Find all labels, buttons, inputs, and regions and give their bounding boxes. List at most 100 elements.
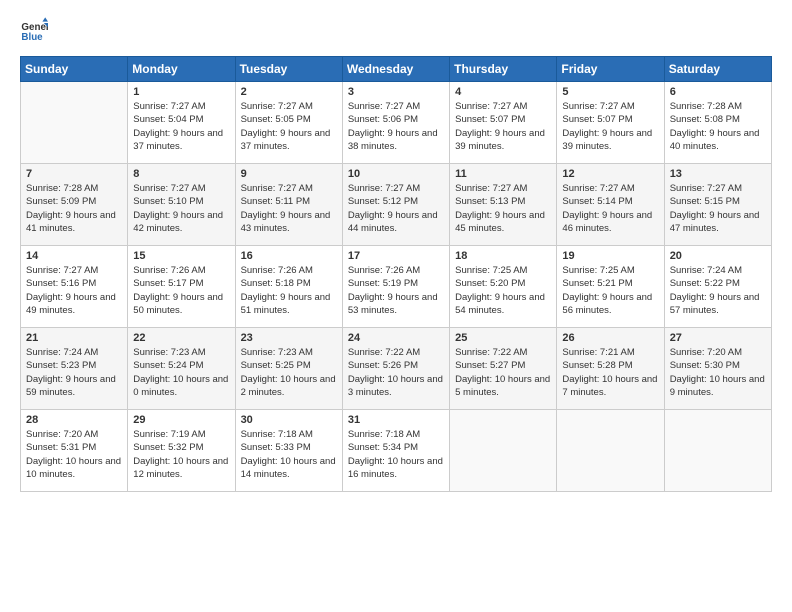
day-number: 24 xyxy=(348,332,444,344)
svg-text:Blue: Blue xyxy=(21,32,43,43)
calendar-cell: 5 Sunrise: 7:27 AM Sunset: 5:07 PM Daylig… xyxy=(557,82,664,164)
calendar-cell: 7 Sunrise: 7:28 AM Sunset: 5:09 PM Daylig… xyxy=(21,164,128,246)
day-number: 19 xyxy=(562,250,658,262)
day-number: 20 xyxy=(670,250,766,262)
day-detail: Sunrise: 7:21 AM Sunset: 5:28 PM Dayligh… xyxy=(562,346,658,399)
day-number: 26 xyxy=(562,332,658,344)
calendar-cell xyxy=(664,410,771,492)
day-number: 8 xyxy=(133,168,229,180)
logo: General Blue xyxy=(20,16,52,44)
col-header-monday: Monday xyxy=(128,57,235,82)
page-header: General Blue xyxy=(20,16,772,44)
day-detail: Sunrise: 7:27 AM Sunset: 5:05 PM Dayligh… xyxy=(241,100,337,153)
day-detail: Sunrise: 7:22 AM Sunset: 5:27 PM Dayligh… xyxy=(455,346,551,399)
calendar-cell: 2 Sunrise: 7:27 AM Sunset: 5:05 PM Daylig… xyxy=(235,82,342,164)
day-detail: Sunrise: 7:27 AM Sunset: 5:12 PM Dayligh… xyxy=(348,182,444,235)
calendar-cell: 10 Sunrise: 7:27 AM Sunset: 5:12 PM Dayli… xyxy=(342,164,449,246)
day-number: 6 xyxy=(670,86,766,98)
day-detail: Sunrise: 7:27 AM Sunset: 5:06 PM Dayligh… xyxy=(348,100,444,153)
day-detail: Sunrise: 7:25 AM Sunset: 5:21 PM Dayligh… xyxy=(562,264,658,317)
day-detail: Sunrise: 7:22 AM Sunset: 5:26 PM Dayligh… xyxy=(348,346,444,399)
day-detail: Sunrise: 7:28 AM Sunset: 5:09 PM Dayligh… xyxy=(26,182,122,235)
calendar-cell: 26 Sunrise: 7:21 AM Sunset: 5:28 PM Dayli… xyxy=(557,328,664,410)
day-number: 14 xyxy=(26,250,122,262)
calendar-cell: 12 Sunrise: 7:27 AM Sunset: 5:14 PM Dayli… xyxy=(557,164,664,246)
calendar-cell: 29Sunrise: 7:19 AM Sunset: 5:32 PM Dayli… xyxy=(128,410,235,492)
calendar-cell: 21Sunrise: 7:24 AM Sunset: 5:23 PM Dayli… xyxy=(21,328,128,410)
calendar-cell: 17 Sunrise: 7:26 AM Sunset: 5:19 PM Dayli… xyxy=(342,246,449,328)
calendar-cell xyxy=(21,82,128,164)
day-detail: Sunrise: 7:26 AM Sunset: 5:18 PM Dayligh… xyxy=(241,264,337,317)
day-detail: Sunrise: 7:26 AM Sunset: 5:19 PM Dayligh… xyxy=(348,264,444,317)
calendar-cell: 27Sunrise: 7:20 AM Sunset: 5:30 PM Dayli… xyxy=(664,328,771,410)
day-number: 3 xyxy=(348,86,444,98)
day-number: 12 xyxy=(562,168,658,180)
day-number: 23 xyxy=(241,332,337,344)
calendar-cell: 23 Sunrise: 7:23 AM Sunset: 5:25 PM Dayli… xyxy=(235,328,342,410)
day-detail: Sunrise: 7:27 AM Sunset: 5:13 PM Dayligh… xyxy=(455,182,551,235)
calendar-week-4: 28 Sunrise: 7:20 AM Sunset: 5:31 PM Dayli… xyxy=(21,410,772,492)
day-number: 29 xyxy=(133,414,229,426)
calendar-cell: 1 Sunrise: 7:27 AM Sunset: 5:04 PM Daylig… xyxy=(128,82,235,164)
day-detail: Sunrise: 7:27 AM Sunset: 5:15 PM Dayligh… xyxy=(670,182,766,235)
day-number: 27 xyxy=(670,332,766,344)
day-number: 9 xyxy=(241,168,337,180)
calendar-cell: 11 Sunrise: 7:27 AM Sunset: 5:13 PM Dayli… xyxy=(450,164,557,246)
col-header-sunday: Sunday xyxy=(21,57,128,82)
day-detail: Sunrise: 7:24 AM Sunset: 5:23 PM Dayligh… xyxy=(26,346,122,399)
calendar-cell: 24 Sunrise: 7:22 AM Sunset: 5:26 PM Dayli… xyxy=(342,328,449,410)
day-detail: Sunrise: 7:27 AM Sunset: 5:04 PM Dayligh… xyxy=(133,100,229,153)
day-number: 15 xyxy=(133,250,229,262)
day-number: 7 xyxy=(26,168,122,180)
day-number: 1 xyxy=(133,86,229,98)
calendar-cell xyxy=(450,410,557,492)
calendar-cell: 4Sunrise: 7:27 AM Sunset: 5:07 PM Daylig… xyxy=(450,82,557,164)
calendar-cell: 20Sunrise: 7:24 AM Sunset: 5:22 PM Dayli… xyxy=(664,246,771,328)
day-detail: Sunrise: 7:28 AM Sunset: 5:08 PM Dayligh… xyxy=(670,100,766,153)
day-detail: Sunrise: 7:27 AM Sunset: 5:11 PM Dayligh… xyxy=(241,182,337,235)
calendar-cell: 15 Sunrise: 7:26 AM Sunset: 5:17 PM Dayli… xyxy=(128,246,235,328)
calendar-cell: 28 Sunrise: 7:20 AM Sunset: 5:31 PM Dayli… xyxy=(21,410,128,492)
day-detail: Sunrise: 7:27 AM Sunset: 5:16 PM Dayligh… xyxy=(26,264,122,317)
day-number: 10 xyxy=(348,168,444,180)
day-number: 22 xyxy=(133,332,229,344)
day-detail: Sunrise: 7:20 AM Sunset: 5:31 PM Dayligh… xyxy=(26,428,122,481)
col-header-tuesday: Tuesday xyxy=(235,57,342,82)
day-detail: Sunrise: 7:18 AM Sunset: 5:34 PM Dayligh… xyxy=(348,428,444,481)
col-header-thursday: Thursday xyxy=(450,57,557,82)
day-number: 5 xyxy=(562,86,658,98)
calendar-cell: 25 Sunrise: 7:22 AM Sunset: 5:27 PM Dayli… xyxy=(450,328,557,410)
calendar-cell: 14 Sunrise: 7:27 AM Sunset: 5:16 PM Dayli… xyxy=(21,246,128,328)
day-detail: Sunrise: 7:27 AM Sunset: 5:07 PM Dayligh… xyxy=(562,100,658,153)
day-detail: Sunrise: 7:26 AM Sunset: 5:17 PM Dayligh… xyxy=(133,264,229,317)
calendar-table: SundayMondayTuesdayWednesdayThursdayFrid… xyxy=(20,56,772,492)
day-number: 4 xyxy=(455,86,551,98)
day-number: 31 xyxy=(348,414,444,426)
day-number: 11 xyxy=(455,168,551,180)
col-header-friday: Friday xyxy=(557,57,664,82)
col-header-saturday: Saturday xyxy=(664,57,771,82)
day-detail: Sunrise: 7:23 AM Sunset: 5:25 PM Dayligh… xyxy=(241,346,337,399)
col-header-wednesday: Wednesday xyxy=(342,57,449,82)
day-number: 28 xyxy=(26,414,122,426)
day-detail: Sunrise: 7:27 AM Sunset: 5:10 PM Dayligh… xyxy=(133,182,229,235)
calendar-week-0: 1 Sunrise: 7:27 AM Sunset: 5:04 PM Daylig… xyxy=(21,82,772,164)
calendar-cell: 22 Sunrise: 7:23 AM Sunset: 5:24 PM Dayli… xyxy=(128,328,235,410)
logo-icon: General Blue xyxy=(20,16,48,44)
day-detail: Sunrise: 7:27 AM Sunset: 5:14 PM Dayligh… xyxy=(562,182,658,235)
day-number: 2 xyxy=(241,86,337,98)
day-detail: Sunrise: 7:23 AM Sunset: 5:24 PM Dayligh… xyxy=(133,346,229,399)
calendar-cell: 8 Sunrise: 7:27 AM Sunset: 5:10 PM Daylig… xyxy=(128,164,235,246)
calendar-cell: 16Sunrise: 7:26 AM Sunset: 5:18 PM Dayli… xyxy=(235,246,342,328)
calendar-cell xyxy=(557,410,664,492)
calendar-header-row: SundayMondayTuesdayWednesdayThursdayFrid… xyxy=(21,57,772,82)
day-number: 25 xyxy=(455,332,551,344)
day-number: 18 xyxy=(455,250,551,262)
calendar-week-3: 21Sunrise: 7:24 AM Sunset: 5:23 PM Dayli… xyxy=(21,328,772,410)
calendar-cell: 31 Sunrise: 7:18 AM Sunset: 5:34 PM Dayli… xyxy=(342,410,449,492)
calendar-cell: 9 Sunrise: 7:27 AM Sunset: 5:11 PM Daylig… xyxy=(235,164,342,246)
day-number: 17 xyxy=(348,250,444,262)
calendar-cell: 6 Sunrise: 7:28 AM Sunset: 5:08 PM Daylig… xyxy=(664,82,771,164)
day-number: 30 xyxy=(241,414,337,426)
calendar-week-1: 7 Sunrise: 7:28 AM Sunset: 5:09 PM Daylig… xyxy=(21,164,772,246)
